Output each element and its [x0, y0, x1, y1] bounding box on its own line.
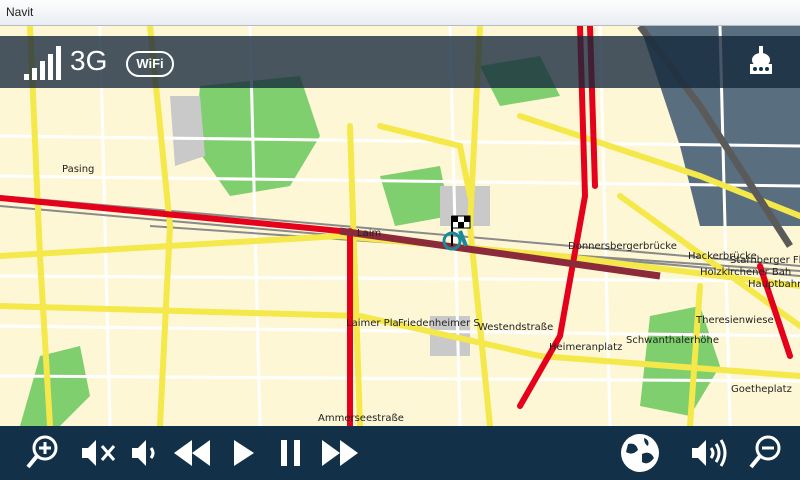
map-label-hauptbahnhof: Hauptbahnhof: [748, 279, 800, 290]
pause-icon[interactable]: [278, 432, 304, 474]
play-icon[interactable]: [230, 432, 256, 474]
map-label-ammerseestrasse: Ammerseestraße: [318, 413, 404, 424]
gps-satellite-icon[interactable]: [745, 44, 777, 82]
map-label-goetheplatz: Goetheplatz: [731, 384, 792, 395]
control-bar: [0, 426, 800, 480]
rewind-icon[interactable]: [172, 432, 212, 474]
zoom-in-icon[interactable]: [25, 432, 61, 474]
map-label-friedenheimer: Friedenheimer S: [398, 318, 480, 329]
volume-up-icon[interactable]: [690, 432, 730, 474]
map-label-schwanthalerhoehe: Schwanthalerhöhe: [626, 335, 720, 346]
status-bar: [0, 36, 800, 88]
wifi-icon: WiFi: [126, 51, 174, 77]
network-type-label: 3G: [70, 45, 108, 76]
window-title: Navit: [6, 5, 34, 19]
map-label-starnberger: Starnberger Flüg: [730, 255, 800, 266]
map-label-laim: Laim: [357, 228, 382, 239]
signal-strength-icon: [24, 46, 61, 80]
map-label-westendstrasse: Westendstraße: [478, 322, 554, 333]
map-label-theresienwiese: Theresienwiese: [696, 315, 774, 326]
globe-icon[interactable]: [618, 432, 662, 474]
map-label-holzkirchener: Holzkirchener Bah: [700, 267, 792, 278]
map-label-pasing: Pasing: [62, 164, 95, 175]
volume-down-icon[interactable]: [130, 432, 160, 474]
map-label-heimeranplatz: Heimeranplatz: [549, 342, 623, 353]
title-bar: Navit: [0, 0, 800, 26]
map-label-laimer-platz: Laimer Pla: [346, 318, 399, 329]
zoom-out-icon[interactable]: [748, 432, 784, 474]
mute-icon[interactable]: [80, 432, 120, 474]
map-label-donnersbergerbruecke: Donnersbergerbrücke: [568, 241, 677, 252]
fast-forward-icon[interactable]: [320, 432, 360, 474]
